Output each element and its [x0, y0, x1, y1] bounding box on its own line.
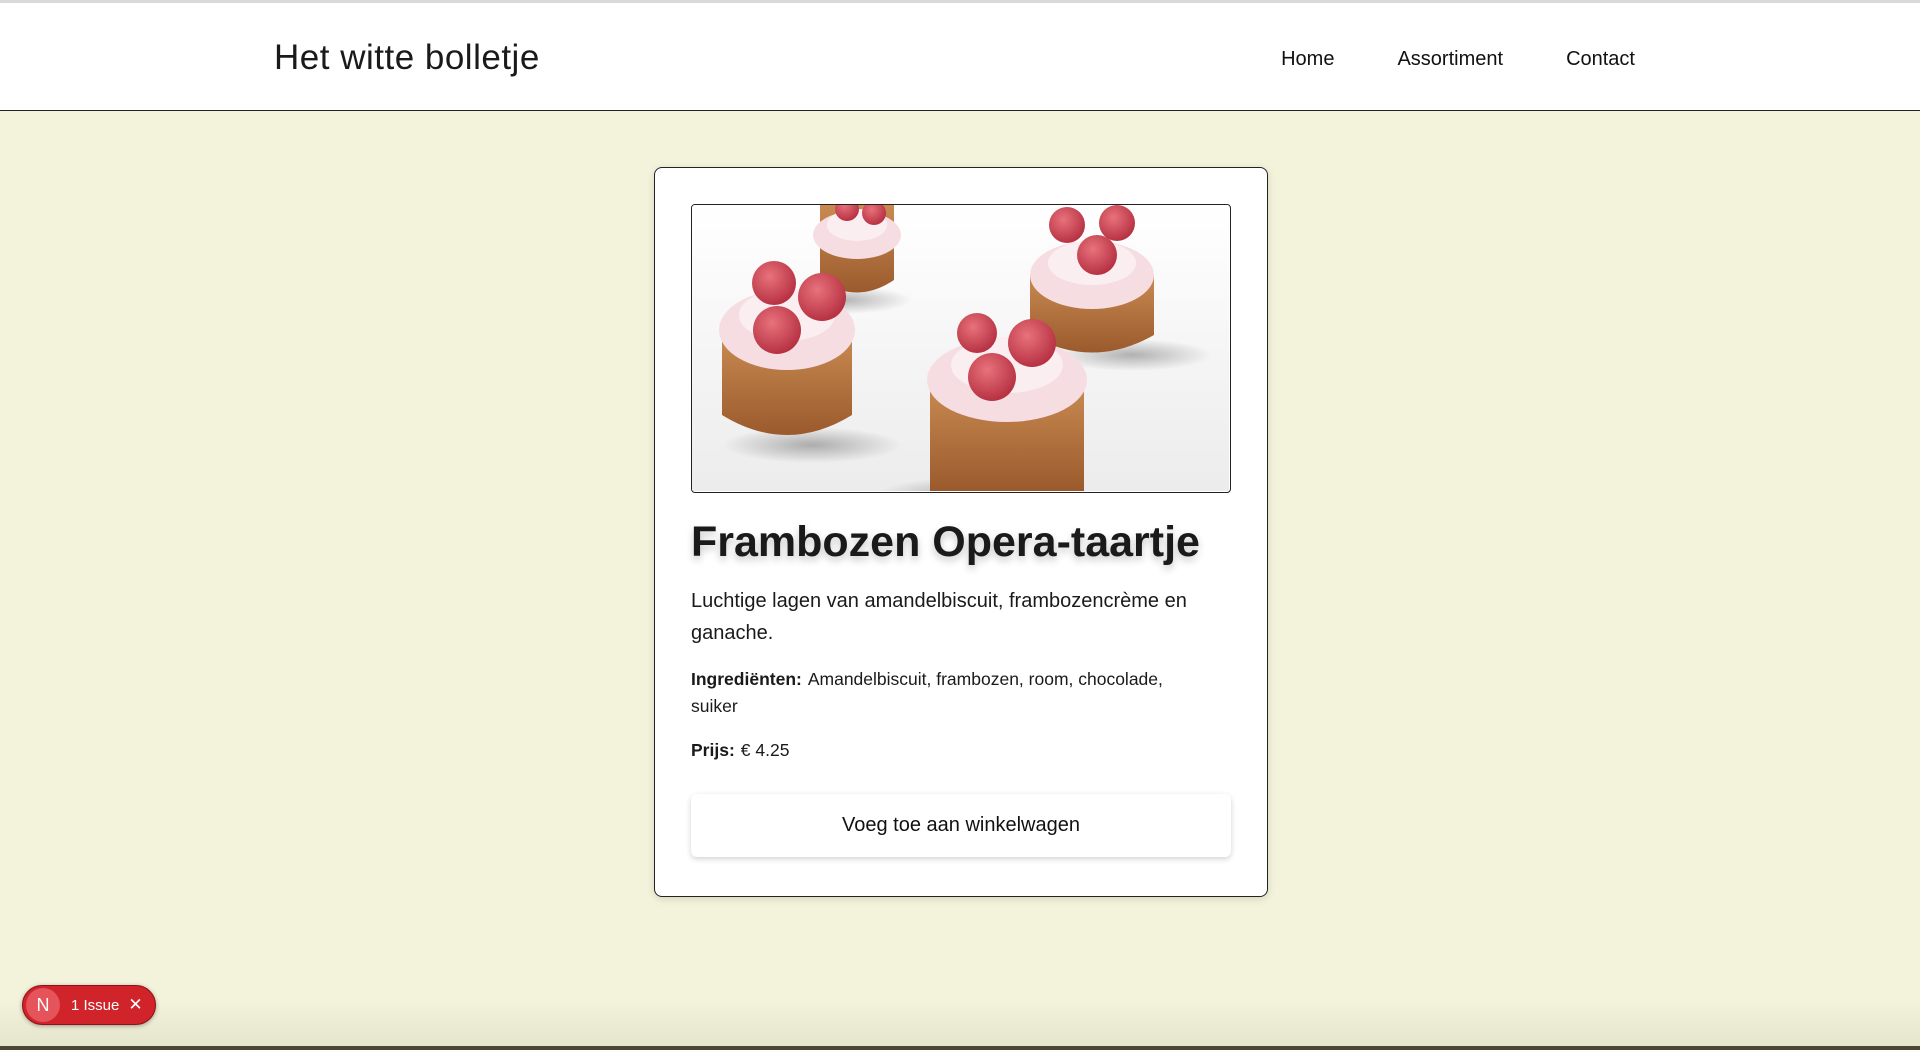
bottom-shade — [0, 1000, 1920, 1046]
product-card: Frambozen Opera-taartje Luchtige lagen v… — [654, 167, 1268, 897]
close-icon[interactable]: ✕ — [128, 995, 142, 1015]
nav-home[interactable]: Home — [1281, 48, 1334, 71]
product-ingredients: Ingrediënten: Amandelbiscuit, frambozen, … — [691, 666, 1211, 720]
product-description: Luchtige lagen van amandelbiscuit, framb… — [691, 590, 1187, 644]
nav-assortiment[interactable]: Assortiment — [1397, 48, 1503, 71]
window-bottom-edge — [0, 1046, 1920, 1050]
issues-count[interactable]: 1 Issue — [71, 997, 119, 1014]
price-value: € 4.25 — [740, 740, 790, 760]
product-title: Frambozen Opera-taartje — [691, 518, 1200, 566]
product-price: Prijs: € 4.25 — [691, 740, 789, 761]
main-nav: Home Assortiment Contact — [1281, 48, 1635, 71]
nav-contact[interactable]: Contact — [1566, 48, 1635, 71]
dev-issues-badge[interactable]: N 1 Issue ✕ — [22, 985, 156, 1025]
raspberry-tartlets-illustration — [692, 205, 1229, 491]
add-to-cart-button[interactable]: Voeg toe aan winkelwagen — [691, 794, 1231, 857]
ingredients-label: Ingrediënten: — [691, 669, 802, 689]
site-brand[interactable]: Het witte bolletje — [274, 38, 540, 78]
nextjs-logo-icon[interactable]: N — [26, 988, 60, 1022]
product-image — [691, 204, 1231, 493]
price-label: Prijs: — [691, 740, 735, 760]
site-header: Het witte bolletje Home Assortiment Cont… — [0, 3, 1920, 111]
